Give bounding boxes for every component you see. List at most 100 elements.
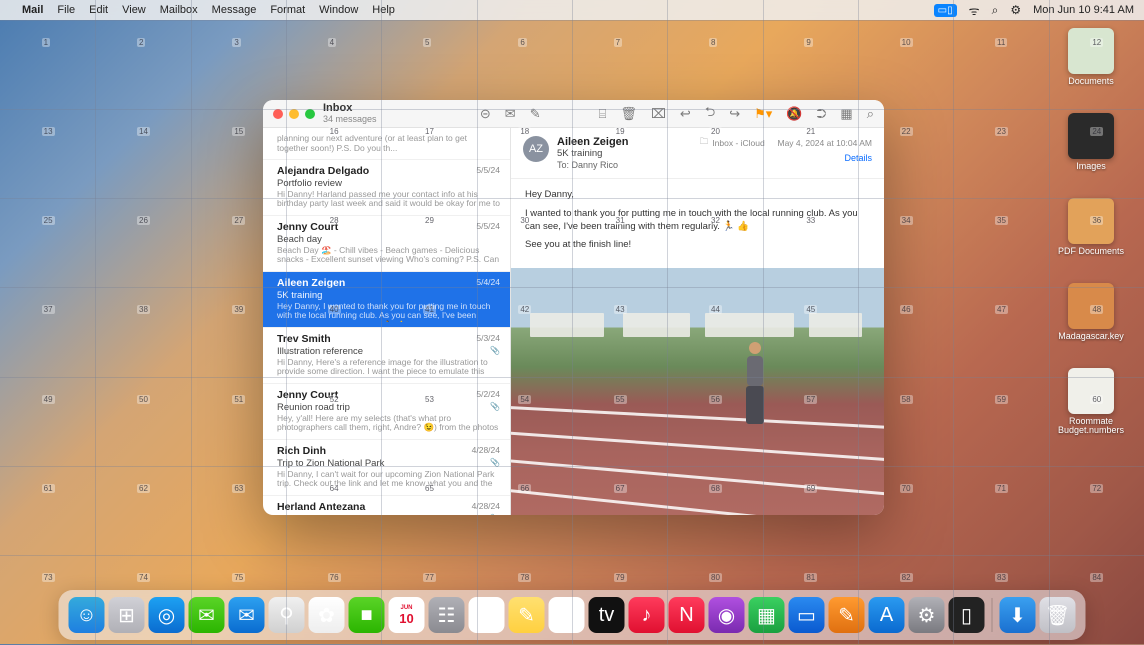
- menu-window[interactable]: Window: [319, 4, 358, 16]
- dock-item-facetime[interactable]: ■: [349, 597, 385, 633]
- mailbox-message-count: 34 messages: [323, 115, 472, 124]
- dock-item-iphone-mirror[interactable]: ▯: [949, 597, 985, 633]
- message-attachment-image[interactable]: [511, 268, 884, 515]
- window-minimize-button[interactable]: [289, 109, 299, 119]
- forward-icon[interactable]: ↪: [729, 106, 740, 122]
- message-content-pane: AZ Aileen Zeigen 5K training To: Danny R…: [511, 128, 884, 515]
- compose-icon[interactable]: ✎: [530, 106, 541, 122]
- message-to-name: Danny Rico: [572, 160, 619, 170]
- menu-view[interactable]: View: [122, 4, 146, 16]
- delete-icon[interactable]: 🗑: [620, 106, 637, 122]
- grid-cell-label: 46: [900, 305, 913, 314]
- message-list-item[interactable]: Trev Smith5/3/24Illustration referenceHi…: [263, 328, 510, 384]
- flag-icon[interactable]: ⚑▾: [754, 106, 772, 122]
- mail-toolbar: ⊝ ✉ ✎ ⌸ 🗑 ⌧ ↩ ⮌ ↪ ⚑▾ 🔕 ⮊ ▦ ⌕: [480, 103, 874, 125]
- grid-cell-label: 26: [137, 216, 150, 225]
- spotlight-icon[interactable]: ⌕: [992, 3, 999, 18]
- message-list[interactable]: planning our next adventure (or at least…: [263, 128, 511, 515]
- dock-item-tv[interactable]: tv: [589, 597, 625, 633]
- filter-icon[interactable]: ⊝: [480, 106, 491, 122]
- message-list-item[interactable]: Herland Antezana4/28/24ResumeI've attach…: [263, 496, 510, 515]
- dock-item-news[interactable]: N: [669, 597, 705, 633]
- dock-item-contacts[interactable]: ☷: [429, 597, 465, 633]
- dock-item-photos[interactable]: ✿: [309, 597, 345, 633]
- junk-icon[interactable]: ⌧: [651, 106, 666, 122]
- grid-cell-label: 38: [137, 305, 150, 314]
- sender-avatar[interactable]: AZ: [523, 136, 549, 162]
- dock-item-maps[interactable]: ⚲: [269, 597, 305, 633]
- dock-item-calendar[interactable]: JUN10: [389, 597, 425, 633]
- dock-item-freeform[interactable]: ⬡: [549, 597, 585, 633]
- desktop-icons-column: Documents Images PDF Documents Madagascar.k…: [1056, 28, 1126, 436]
- dock-item-finder[interactable]: ☺: [69, 597, 105, 633]
- dock-item-launchpad[interactable]: ⊞: [109, 597, 145, 633]
- move-icon[interactable]: ⮊: [817, 106, 827, 122]
- message-list-item[interactable]: Rich Dinh4/28/24Trip to Zion National Pa…: [263, 440, 510, 496]
- message-item-subject: Portfolio review: [277, 178, 500, 189]
- desktop-icon[interactable]: Documents: [1056, 28, 1126, 87]
- message-header: AZ Aileen Zeigen 5K training To: Danny R…: [511, 128, 884, 179]
- menu-message[interactable]: Message: [212, 4, 257, 16]
- dock-item-numbers[interactable]: ▦: [749, 597, 785, 633]
- menu-mailbox[interactable]: Mailbox: [160, 4, 198, 16]
- message-item-sender: Herland Antezana: [277, 501, 500, 513]
- message-item-date: 5/5/24: [476, 165, 500, 175]
- desktop-icon[interactable]: PDF Documents: [1056, 198, 1126, 257]
- message-details-link[interactable]: Details: [700, 153, 872, 163]
- dock-item-downloads[interactable]: ⬇: [1000, 597, 1036, 633]
- tag-icon[interactable]: ▦: [840, 106, 852, 122]
- reply-all-icon[interactable]: ⮌: [705, 103, 715, 125]
- menubar-app-name[interactable]: Mail: [22, 4, 43, 16]
- desktop-icon[interactable]: Roommate Budget.numbers: [1056, 368, 1126, 437]
- window-close-button[interactable]: [273, 109, 283, 119]
- dock-item-podcasts[interactable]: ◉: [709, 597, 745, 633]
- grid-cell-label: 50: [137, 395, 150, 404]
- dock-item-appstore[interactable]: A: [869, 597, 905, 633]
- wifi-icon[interactable]: ᯤ: [969, 2, 980, 19]
- message-list-item[interactable]: Jenny Court5/5/24Beach dayBeach Day 🏖️ -…: [263, 216, 510, 272]
- grid-cell-label: 13: [42, 127, 55, 136]
- message-list-item[interactable]: Aileen Zeigen5/4/245K trainingHey Danny,…: [263, 272, 510, 328]
- message-list-item[interactable]: Alejandra Delgado5/5/24Portfolio reviewH…: [263, 160, 510, 216]
- mute-icon[interactable]: 🔕: [786, 106, 802, 122]
- menu-file[interactable]: File: [57, 4, 75, 16]
- dock-item-settings[interactable]: ⚙: [909, 597, 945, 633]
- grid-cell-label: 7: [614, 38, 622, 47]
- dock-item-reminders[interactable]: ☰: [469, 597, 505, 633]
- read-icon[interactable]: ✉: [505, 106, 516, 122]
- mail-titlebar[interactable]: Inbox 34 messages ⊝ ✉ ✎ ⌸ 🗑 ⌧ ↩ ⮌ ↪ ⚑▾ 🔕…: [263, 100, 884, 128]
- menu-help[interactable]: Help: [372, 4, 395, 16]
- archive-icon[interactable]: ⌸: [599, 106, 607, 122]
- grid-cell-label: 27: [232, 216, 245, 225]
- grid-cell-label: 35: [995, 216, 1008, 225]
- dock-item-messages[interactable]: ✉: [189, 597, 225, 633]
- menu-edit[interactable]: Edit: [89, 4, 108, 16]
- window-zoom-button[interactable]: [305, 109, 315, 119]
- desktop-icon[interactable]: Images: [1056, 113, 1126, 172]
- menu-format[interactable]: Format: [270, 4, 305, 16]
- dock-item-safari[interactable]: ◎: [149, 597, 185, 633]
- dock-separator: [992, 598, 993, 632]
- control-center-icon[interactable]: ⚙: [1010, 3, 1021, 17]
- attachment-icon: 📎: [490, 514, 500, 515]
- grid-cell-label: 74: [137, 573, 150, 582]
- grid-cell-label: 84: [1090, 573, 1103, 582]
- message-item-subject: Illustration reference: [277, 346, 500, 357]
- dock-item-mail[interactable]: ✉: [229, 597, 265, 633]
- grid-cell-label: 15: [232, 127, 245, 136]
- menubar-clock[interactable]: Mon Jun 10 9:41 AM: [1033, 4, 1134, 16]
- grid-cell-label: 59: [995, 395, 1008, 404]
- dock-item-pages[interactable]: ✎: [829, 597, 865, 633]
- message-list-item[interactable]: planning our next adventure (or at least…: [263, 128, 510, 160]
- message-list-item[interactable]: Jenny Court5/2/24Reunion road tripHey, y…: [263, 384, 510, 440]
- grid-cell-label: 14: [137, 127, 150, 136]
- screen-mirroring-icon[interactable]: ▭▯: [934, 4, 957, 17]
- dock-item-music[interactable]: ♪: [629, 597, 665, 633]
- grid-cell-label: 3: [232, 38, 240, 47]
- dock-item-keynote[interactable]: ▭: [789, 597, 825, 633]
- dock-item-trash[interactable]: 🗑: [1040, 597, 1076, 633]
- dock-item-notes[interactable]: ✎: [509, 597, 545, 633]
- reply-icon[interactable]: ↩: [680, 106, 691, 122]
- desktop-icon[interactable]: Madagascar.key: [1056, 283, 1126, 342]
- search-icon[interactable]: ⌕: [867, 106, 874, 122]
